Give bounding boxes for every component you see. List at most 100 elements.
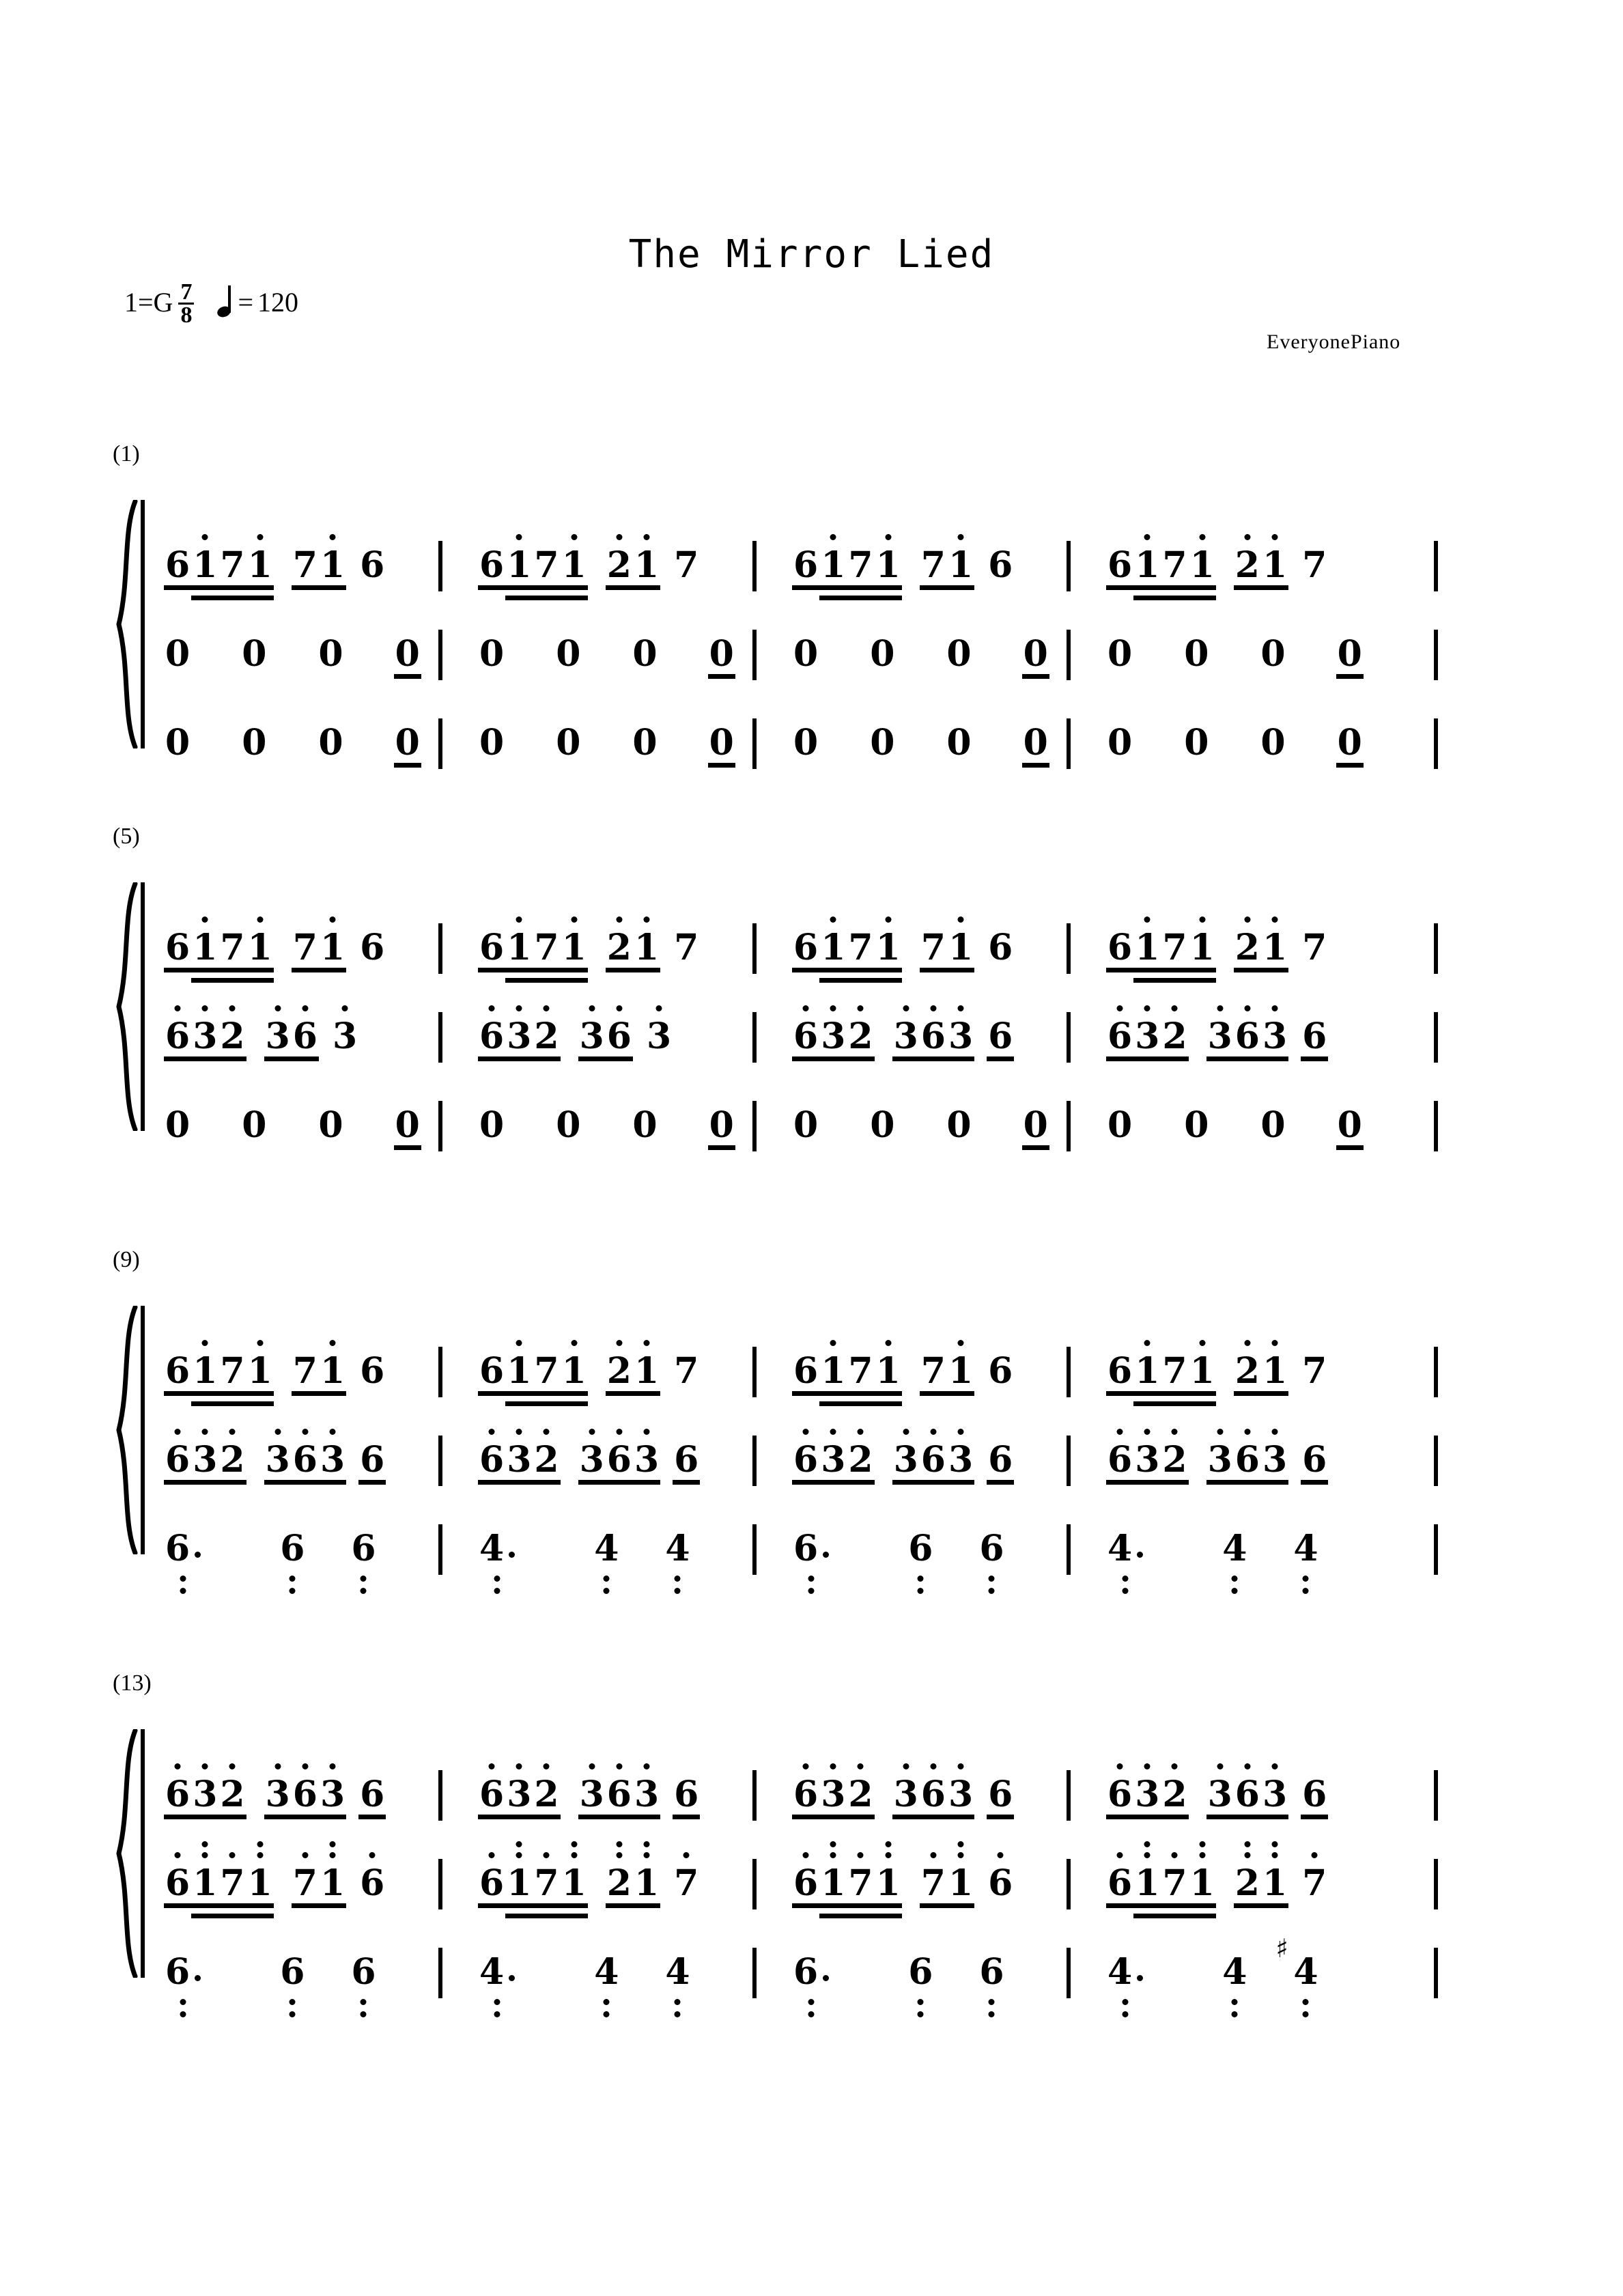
secondary-beam xyxy=(505,1914,588,1918)
measure: 6171716 xyxy=(792,512,1079,600)
note: 7 xyxy=(220,544,245,586)
beam-group: 6171 xyxy=(792,1340,902,1406)
octave-dot-above xyxy=(1199,1852,1206,1858)
octave-dot-above xyxy=(616,1340,623,1346)
rest-note: 0 xyxy=(164,725,191,772)
beam-group: 21 xyxy=(605,1841,661,1912)
note: 2 xyxy=(847,1763,874,1812)
octave-dot-above xyxy=(516,916,522,923)
note: 2 xyxy=(847,1429,874,1478)
beam-group: 632 xyxy=(792,1005,875,1065)
end-barline xyxy=(1434,1859,1438,1909)
bass-note: 4 xyxy=(593,1955,620,2017)
note: 6 xyxy=(606,1005,633,1054)
note: 6 xyxy=(164,1429,191,1478)
measure: 0 0 0 0 xyxy=(478,690,765,772)
note: 1 xyxy=(947,534,974,583)
note: 3 xyxy=(505,1763,533,1812)
octave-dot-above xyxy=(174,1429,181,1435)
octave-dot-above xyxy=(885,1841,892,1847)
octave-dot-above xyxy=(1271,916,1278,923)
octave-dot-above xyxy=(201,1005,208,1011)
lower-staff: 0000000000000000 xyxy=(0,1072,1623,1154)
octave-dot-above xyxy=(329,1763,336,1769)
lower-staff: 0000000000000000 xyxy=(0,690,1623,772)
note: 6 xyxy=(792,1763,819,1812)
barline xyxy=(438,1012,442,1063)
beam-group: 6171 xyxy=(1106,1841,1216,1918)
note: 7 xyxy=(534,544,559,586)
octave-dot-above xyxy=(302,1005,309,1011)
note: 1 xyxy=(1133,534,1161,583)
octave-dot-above xyxy=(930,1429,937,1435)
rest-note: 0 xyxy=(478,725,505,772)
note: 1 xyxy=(1133,916,1161,966)
measure: 6323636 xyxy=(1106,983,1393,1065)
note: 3 xyxy=(1133,1005,1161,1054)
rest-note: 0 xyxy=(240,1108,268,1154)
note: 0 xyxy=(1107,633,1133,675)
barline xyxy=(752,630,757,680)
note: 1 xyxy=(947,1841,974,1901)
rest-note: 0 xyxy=(869,1108,896,1154)
beam-group: 632 xyxy=(1106,1005,1189,1065)
rest-note: 0 xyxy=(164,1108,191,1154)
measure: 6323636 xyxy=(792,1741,1079,1823)
note: 7 xyxy=(220,1350,245,1392)
octave-dot-above xyxy=(802,1429,809,1435)
secondary-beam xyxy=(1133,978,1216,983)
note: 7 xyxy=(218,1852,246,1901)
note: 6 xyxy=(292,1005,319,1054)
note: 6 xyxy=(164,1531,202,1594)
rest-note: 0 xyxy=(1259,725,1286,772)
note: 0 xyxy=(479,633,505,675)
note: 6 xyxy=(1234,1005,1261,1054)
beam-group: 6 xyxy=(987,1852,1014,1912)
note: 1 xyxy=(875,1841,902,1901)
octave-dot-above xyxy=(1144,916,1151,923)
note: 0 xyxy=(793,633,819,675)
octave-dot-above xyxy=(1199,1340,1206,1346)
note: 7 xyxy=(220,927,245,968)
note: 1 xyxy=(1189,534,1216,583)
octave-dot-above xyxy=(201,1852,208,1858)
octave-dot-above xyxy=(1116,1005,1123,1011)
octave-dot-above xyxy=(257,1841,264,1847)
octave-dot-above xyxy=(1171,1852,1178,1858)
note: 3 xyxy=(633,1429,660,1478)
rest-note: 0 xyxy=(792,636,819,683)
octave-dot-above xyxy=(1271,1841,1278,1847)
note: 0 xyxy=(709,722,734,764)
bass-note: 6 xyxy=(792,1531,830,1594)
note: 1 xyxy=(191,1841,218,1901)
note: 0 xyxy=(242,1104,267,1146)
octave-dot-below xyxy=(1302,1588,1309,1594)
beam-group: 6171 xyxy=(478,916,588,983)
note: 3 xyxy=(578,1763,606,1812)
note: 6 xyxy=(793,1350,819,1392)
measure: 6171217 xyxy=(478,1318,765,1406)
measure-number: (13) xyxy=(113,1670,152,1696)
octave-dot-above xyxy=(903,1763,909,1769)
rest-note: 0 xyxy=(1183,725,1210,772)
beam-group: 363 xyxy=(1206,1429,1289,1489)
octave-dot-above xyxy=(1244,1429,1251,1435)
octave-dot-below xyxy=(289,1999,296,2005)
note: 7 xyxy=(1161,1852,1188,1901)
note: 3 xyxy=(1133,1763,1161,1812)
note: 1 xyxy=(191,916,218,966)
end-barline xyxy=(1434,1436,1438,1486)
octave-dot-below xyxy=(1302,1576,1309,1582)
octave-dot-above xyxy=(830,1763,836,1769)
octave-dot-above xyxy=(957,1340,964,1346)
end-barline xyxy=(1434,1101,1438,1151)
note: 6 xyxy=(479,927,505,968)
beam-group: 632 xyxy=(164,1763,246,1823)
octave-dot-below xyxy=(360,1576,367,1582)
note: 0 xyxy=(1260,722,1286,764)
note: 0 xyxy=(946,1104,972,1146)
rest-note: 0 xyxy=(631,725,658,772)
barline xyxy=(438,1347,442,1397)
note: 3 xyxy=(1261,1429,1288,1478)
note: 1 xyxy=(505,534,533,583)
